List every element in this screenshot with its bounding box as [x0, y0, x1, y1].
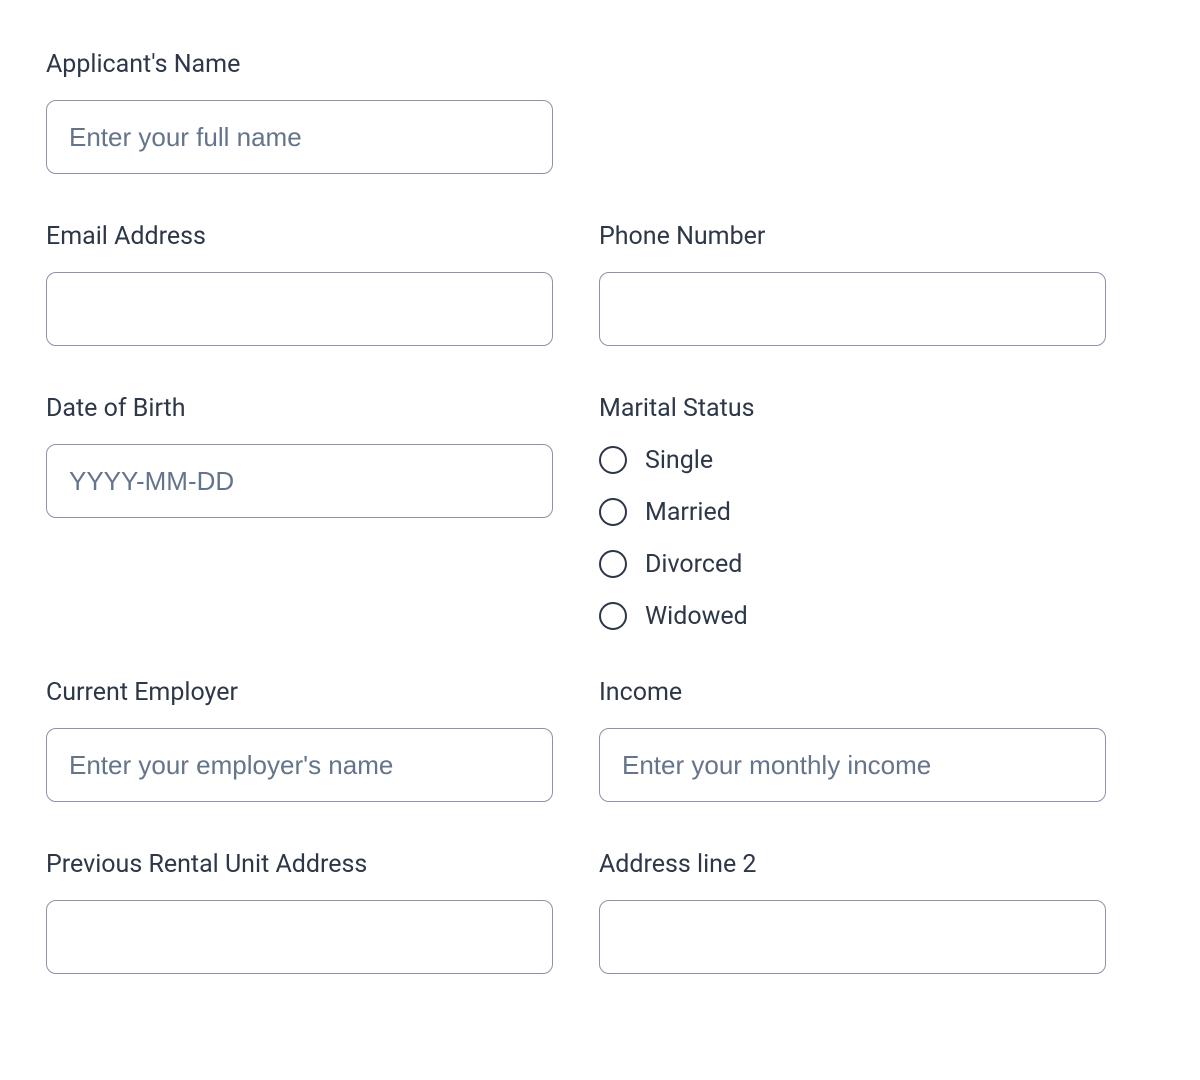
radio-icon [599, 498, 627, 526]
phone-input[interactable] [599, 272, 1106, 346]
dob-input[interactable] [46, 444, 553, 518]
email-label: Email Address [46, 222, 553, 252]
prev-address-input[interactable] [46, 900, 553, 974]
applicant-name-group: Applicant's Name [46, 50, 553, 174]
radio-icon [599, 550, 627, 578]
phone-group: Phone Number [599, 222, 1106, 346]
prev-address-group: Previous Rental Unit Address [46, 850, 553, 974]
prev-address-label: Previous Rental Unit Address [46, 850, 553, 880]
phone-label: Phone Number [599, 222, 1106, 252]
employer-input[interactable] [46, 728, 553, 802]
email-input[interactable] [46, 272, 553, 346]
radio-label-single: Single [645, 448, 713, 473]
dob-label: Date of Birth [46, 394, 553, 424]
applicant-name-input[interactable] [46, 100, 553, 174]
empty-cell [599, 50, 1106, 174]
marital-status-option-married[interactable]: Married [599, 498, 1106, 526]
marital-status-radio-group: Single Married Divorced Widowed [599, 446, 1106, 630]
radio-icon [599, 446, 627, 474]
dob-group: Date of Birth [46, 394, 553, 630]
radio-label-divorced: Divorced [645, 552, 742, 577]
email-group: Email Address [46, 222, 553, 346]
income-group: Income [599, 678, 1106, 802]
employer-label: Current Employer [46, 678, 553, 708]
marital-status-option-single[interactable]: Single [599, 446, 1106, 474]
address2-input[interactable] [599, 900, 1106, 974]
address2-group: Address line 2 [599, 850, 1106, 974]
marital-status-option-widowed[interactable]: Widowed [599, 602, 1106, 630]
address2-label: Address line 2 [599, 850, 1106, 880]
marital-status-label: Marital Status [599, 394, 1106, 424]
income-label: Income [599, 678, 1106, 708]
marital-status-group: Marital Status Single Married Divorced W… [599, 394, 1106, 630]
radio-label-widowed: Widowed [645, 604, 748, 629]
radio-label-married: Married [645, 500, 731, 525]
applicant-name-label: Applicant's Name [46, 50, 553, 80]
employer-group: Current Employer [46, 678, 553, 802]
radio-icon [599, 602, 627, 630]
application-form: Applicant's Name Email Address Phone Num… [46, 50, 1106, 974]
income-input[interactable] [599, 728, 1106, 802]
marital-status-option-divorced[interactable]: Divorced [599, 550, 1106, 578]
